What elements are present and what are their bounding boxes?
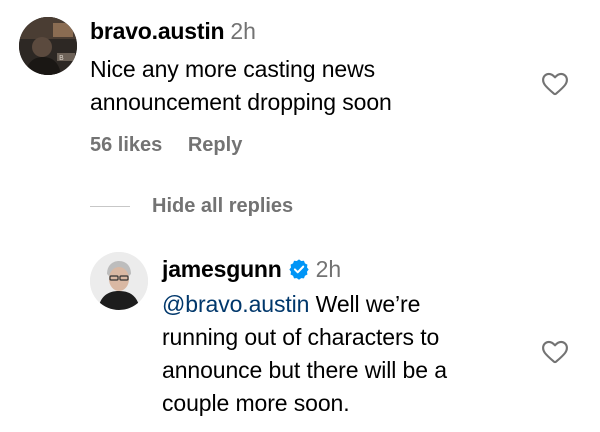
hide-replies-button[interactable]: Hide all replies xyxy=(152,195,293,218)
comment-time: 2h xyxy=(230,18,256,44)
like-button[interactable] xyxy=(540,338,570,371)
reply-header: jamesgunn 2h xyxy=(162,256,341,283)
comment-text: Nice any more casting news announcement … xyxy=(90,53,392,119)
comment-text-line: announcement dropping soon xyxy=(90,89,392,115)
profile-photo: B xyxy=(19,17,77,75)
svg-text:B: B xyxy=(59,54,64,62)
reply-text-line: @bravo.austin Well we’re xyxy=(162,288,447,321)
profile-photo xyxy=(90,252,148,310)
comment-header: bravo.austin 2h xyxy=(90,18,256,45)
verified-badge-icon xyxy=(289,259,309,280)
reply-text-line: couple more soon. xyxy=(162,390,350,416)
comment-text-line: Nice any more casting news xyxy=(90,56,376,82)
reply-text-line: running out of characters to xyxy=(162,324,440,350)
comment-username[interactable]: bravo.austin xyxy=(90,18,225,44)
comment-actions: 56 likes Reply xyxy=(90,134,242,157)
avatar[interactable] xyxy=(90,252,148,310)
avatar[interactable]: B xyxy=(19,17,77,75)
replies-divider xyxy=(90,206,130,207)
mention-link[interactable]: @bravo.austin xyxy=(162,291,309,317)
reply-text: @bravo.austin Well we’re running out of … xyxy=(162,288,447,420)
reply-text-line: announce but there will be a xyxy=(162,357,447,383)
reply-text-segment: Well we’re xyxy=(309,291,421,317)
like-button[interactable] xyxy=(540,70,570,103)
heart-outline-icon xyxy=(542,340,568,364)
reply-time: 2h xyxy=(315,256,342,282)
likes-count[interactable]: 56 likes xyxy=(90,134,162,156)
reply-username[interactable]: jamesgunn xyxy=(162,256,282,282)
reply-button[interactable]: Reply xyxy=(188,134,242,156)
heart-outline-icon xyxy=(542,72,568,96)
